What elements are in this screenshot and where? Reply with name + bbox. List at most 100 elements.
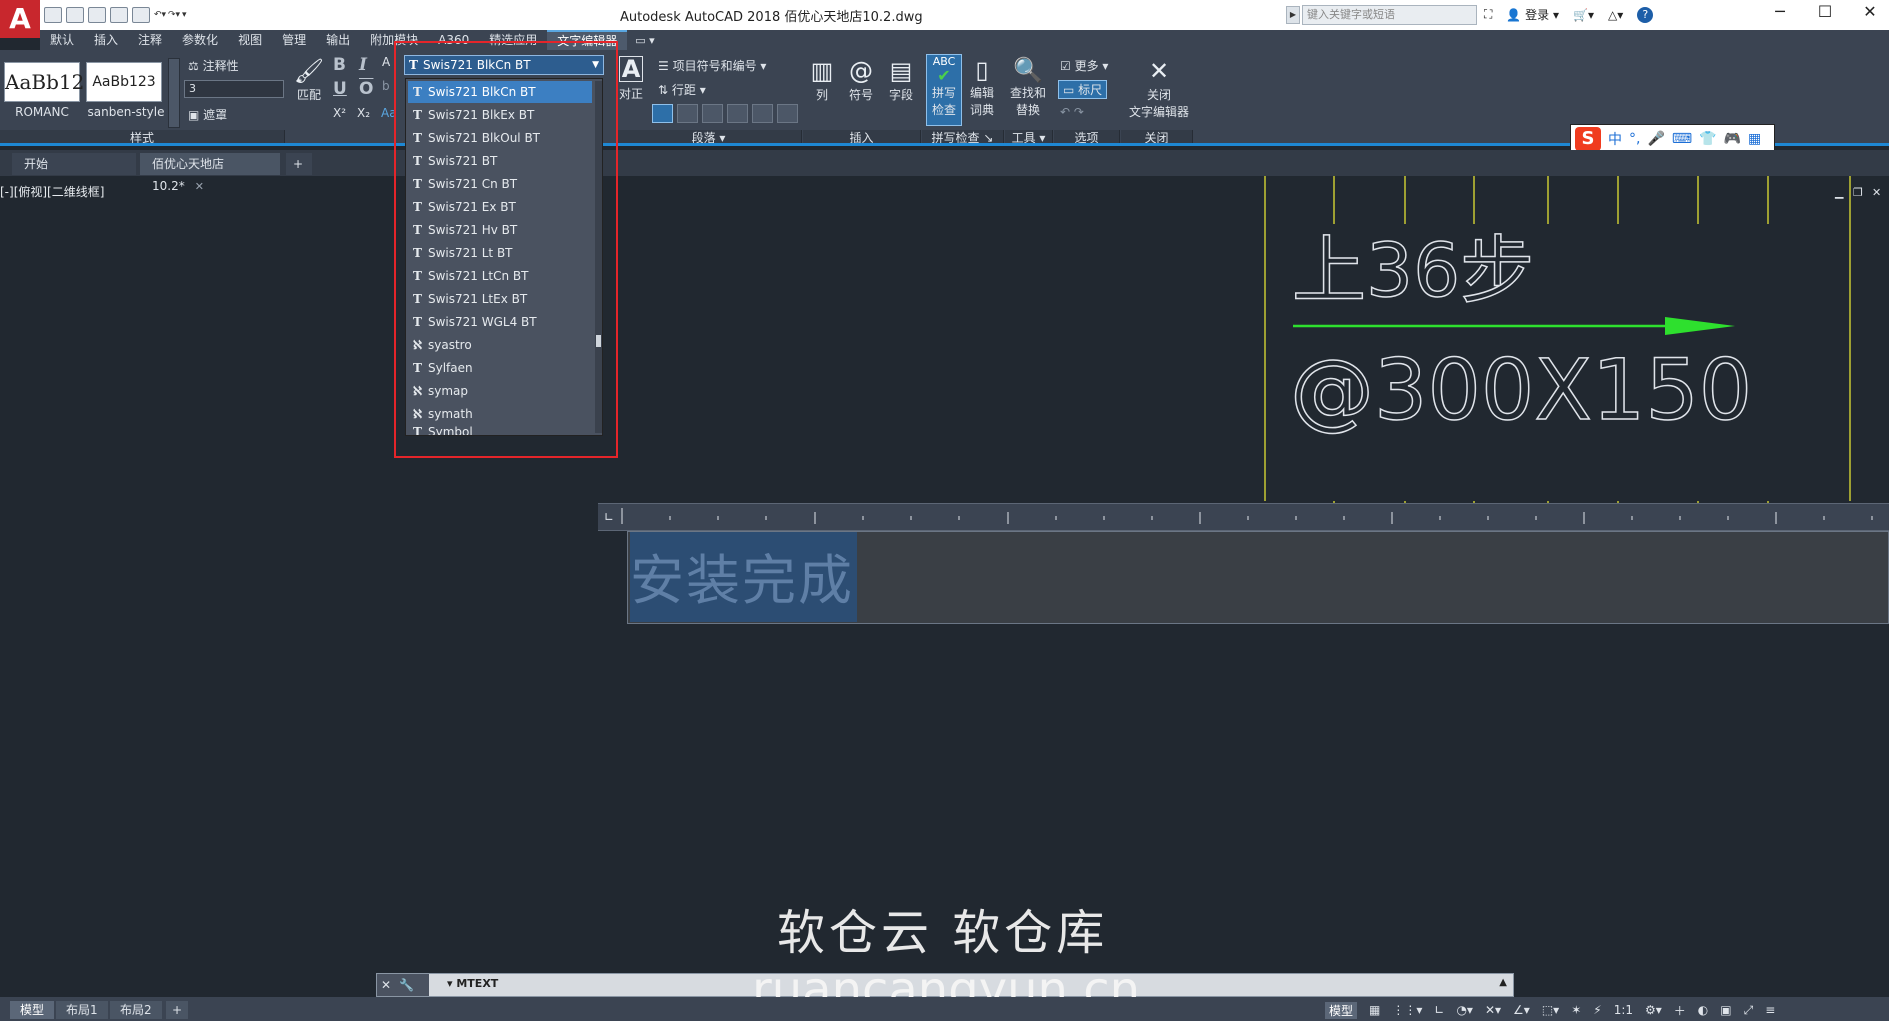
overline-button[interactable]: O <box>359 79 373 99</box>
command-history-icon[interactable]: ▲ <box>1499 977 1507 988</box>
subscript-button[interactable]: X₂ <box>357 106 370 120</box>
justify-icon[interactable] <box>727 104 748 123</box>
tab-default[interactable]: 默认 <box>40 30 84 50</box>
font-option[interactable]: T Swis721 Lt BT <box>408 242 592 264</box>
game-icon[interactable]: 🎮 <box>1724 131 1741 147</box>
text-style-icon[interactable]: A <box>382 55 390 69</box>
new-tab-button[interactable]: + <box>286 153 312 175</box>
justify-button[interactable]: A 对正 <box>616 56 646 102</box>
annotation-visibility-icon[interactable]: ✶ <box>1571 1003 1581 1017</box>
hardware-accel-icon[interactable]: ▣ <box>1720 1003 1731 1017</box>
paragraph-settings-icon[interactable] <box>777 104 798 123</box>
wrench-icon[interactable]: 🔧 <box>399 978 414 992</box>
close-text-editor-button[interactable]: ✕ 关闭 文字编辑器 <box>1126 56 1192 120</box>
ruler-toggle[interactable]: ▭ 标尺 <box>1058 80 1108 99</box>
find-replace-button[interactable]: 🔍 查找和 替换 <box>1008 56 1048 118</box>
polar-icon[interactable]: ◔▾ <box>1456 1003 1473 1017</box>
font-option[interactable]: T Swis721 Hv BT <box>408 219 592 241</box>
plus-icon[interactable]: ＋ <box>1674 1002 1686 1019</box>
otrack-icon[interactable]: ∠▾ <box>1513 1003 1530 1017</box>
ortho-icon[interactable]: ∟ <box>1434 1003 1444 1017</box>
login-button[interactable]: 👤 登录 ▾ <box>1506 6 1559 23</box>
font-option[interactable]: T Swis721 BlkOul BT <box>408 127 592 149</box>
tab-annotate[interactable]: 注释 <box>128 30 172 50</box>
distribute-icon[interactable] <box>752 104 773 123</box>
isolate-icon[interactable]: ◐ <box>1698 1003 1708 1017</box>
selection-cycling-icon[interactable]: ⬚▾ <box>1542 1003 1559 1017</box>
annotation-scale-icon[interactable]: ⚡ <box>1593 1003 1601 1017</box>
font-list-scrollbar[interactable] <box>595 81 602 433</box>
minimize-icon[interactable]: ─ <box>1765 2 1795 21</box>
match-format-button[interactable]: 🖌 匹配 <box>292 56 326 103</box>
layout-tab-model[interactable]: 模型 <box>10 1001 55 1019</box>
sogou-logo-icon[interactable]: S <box>1575 127 1601 151</box>
new-file-icon[interactable] <box>44 7 62 23</box>
underline-button[interactable]: U <box>333 79 347 99</box>
plot-icon[interactable] <box>132 7 150 23</box>
layout-tab-layout1[interactable]: 布局1 <box>56 1001 108 1019</box>
skin-icon[interactable]: 👕 <box>1699 131 1716 147</box>
mtext-ruler[interactable] <box>598 503 1889 531</box>
font-option[interactable]: T Swis721 BlkCn BT <box>408 81 592 103</box>
ime-punct-toggle[interactable]: °, <box>1629 131 1640 147</box>
tab-view[interactable]: 视图 <box>228 30 272 50</box>
style-swatch-romanc[interactable]: AaBb12 <box>4 62 84 102</box>
search-expand-icon[interactable]: ▶ <box>1286 6 1300 24</box>
line-spacing-button[interactable]: ⇅ 行距 ▾ <box>658 81 706 98</box>
microphone-icon[interactable]: 🎤 <box>1647 131 1664 147</box>
font-list-scroll-thumb[interactable] <box>596 335 601 347</box>
font-option[interactable]: ℵ syastro <box>408 334 592 356</box>
style-swatch-sanben[interactable]: AaBb123 <box>86 62 162 102</box>
customize-status-icon[interactable]: ≡ <box>1765 1003 1775 1017</box>
edit-dictionaries-button[interactable]: ▯ 编辑 词典 <box>966 56 998 118</box>
grid-icon[interactable]: ▦ <box>1369 1003 1380 1017</box>
search-input[interactable]: 键入关键字或短语 <box>1302 5 1477 25</box>
symbol-button[interactable]: @ 符号 <box>844 56 878 103</box>
mask-button[interactable]: ▣ 遮罩 <box>188 106 227 123</box>
superscript-button[interactable]: X² <box>333 106 346 120</box>
tab-output[interactable]: 输出 <box>316 30 360 50</box>
font-option[interactable]: T Swis721 LtEx BT <box>408 288 592 310</box>
close-tab-icon[interactable]: ✕ <box>195 180 204 193</box>
align-center-icon[interactable] <box>677 104 698 123</box>
help-icon[interactable]: ? <box>1637 6 1654 23</box>
more-button[interactable]: ☑ 更多 ▾ <box>1060 57 1108 74</box>
align-right-icon[interactable] <box>702 104 723 123</box>
maximize-icon[interactable]: ☐ <box>1810 2 1840 21</box>
field-button[interactable]: ▤ 字段 <box>884 56 918 103</box>
font-option[interactable]: T Sylfaen <box>408 357 592 379</box>
font-option[interactable]: T Swis721 BT <box>408 150 592 172</box>
cart-icon[interactable]: 🛒▾ <box>1573 8 1594 22</box>
layout-tab-layout2[interactable]: 布局2 <box>110 1001 162 1019</box>
viewport-controls-label[interactable]: [-][俯视][二维线框] <box>0 183 104 200</box>
tab-start[interactable]: 开始 <box>12 153 136 175</box>
autocad-logo-icon[interactable]: A <box>0 0 40 38</box>
columns-button[interactable]: ▥ 列 <box>808 56 836 103</box>
tab-insert[interactable]: 插入 <box>84 30 128 50</box>
fullscreen-icon[interactable]: ⤢ <box>1744 1003 1754 1018</box>
mtext-content[interactable]: 安装完成 <box>630 536 854 615</box>
ime-lang-toggle[interactable]: 中 <box>1608 129 1622 149</box>
style-gallery-scroll[interactable] <box>168 58 180 128</box>
annotative-toggle[interactable]: ⚖ 注释性 <box>188 57 239 74</box>
close-window-icon[interactable]: ✕ <box>1855 2 1885 21</box>
undo-icon[interactable]: ↶▾ <box>154 7 166 23</box>
keyboard-icon[interactable]: ⌨ <box>1672 131 1692 147</box>
oblique-icon[interactable]: b <box>382 79 390 93</box>
bold-button[interactable]: B <box>333 55 346 75</box>
exchange-icon[interactable]: △▾ <box>1608 8 1623 22</box>
tab-stop-icon[interactable]: ∟ <box>604 510 618 524</box>
bullets-button[interactable]: ☰ 项目符号和编号 ▾ <box>658 57 766 74</box>
tab-manage[interactable]: 管理 <box>272 30 316 50</box>
toolbox-icon[interactable]: ▦ <box>1748 131 1761 147</box>
font-dropdown-list[interactable]: T Swis721 BlkCn BT T Swis721 BlkEx BT T Swi… <box>405 78 603 436</box>
text-height-combo[interactable]: 3 <box>184 80 284 98</box>
save-as-icon[interactable] <box>110 7 128 23</box>
snap-icon[interactable]: ⋮⋮▾ <box>1392 1003 1422 1017</box>
tab-parametric[interactable]: 参数化 <box>172 30 228 50</box>
font-option[interactable]: T Swis721 Cn BT <box>408 173 592 195</box>
spell-check-button[interactable]: ABC ✔ 拼写 检查 <box>926 54 962 126</box>
font-option[interactable]: ℵ symap <box>408 380 592 402</box>
open-file-icon[interactable] <box>66 7 84 23</box>
tab-extra-toggle[interactable]: ▭ ▾ <box>627 34 662 47</box>
